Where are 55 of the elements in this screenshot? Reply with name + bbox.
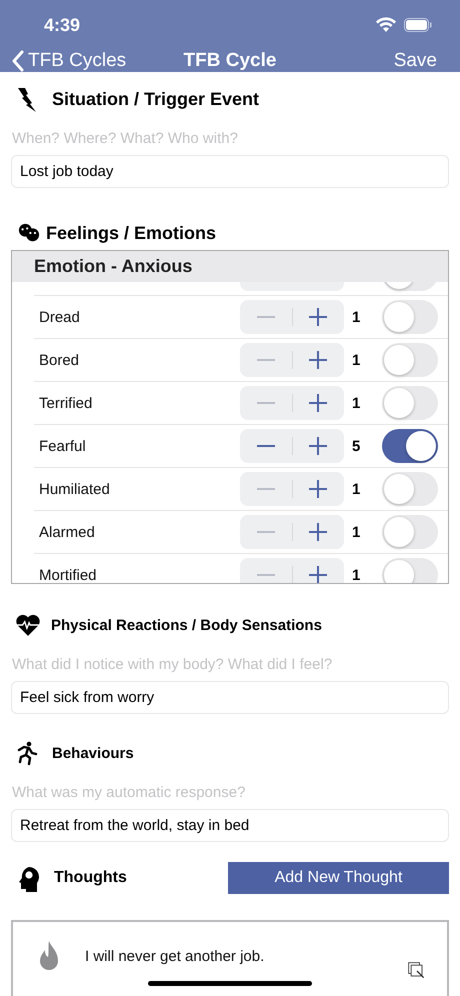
section-title: Physical Reactions / Body Sensations	[51, 616, 322, 634]
count: 1	[351, 394, 362, 412]
add-thought-button[interactable]: Add New Thought	[228, 862, 449, 894]
thought-text: I will never get another job.	[85, 948, 266, 965]
section-title: Behaviours	[52, 744, 134, 762]
toggle-switch[interactable]	[382, 515, 438, 549]
emotion-label: Fearful	[38, 438, 87, 454]
field-hint: What did I notice with my body? What did I feel?	[11, 655, 334, 675]
text-field[interactable]: Retreat from the world, stay in bed	[11, 809, 449, 842]
count: 5	[351, 438, 362, 454]
lightning-icon	[15, 86, 39, 112]
plus-icon[interactable]	[309, 437, 328, 455]
toggle-switch[interactable]	[382, 386, 438, 420]
count: 1	[351, 480, 362, 498]
battery-icon	[404, 18, 432, 32]
toggle-switch[interactable]	[382, 429, 438, 463]
count: 1	[351, 352, 362, 368]
flame-icon	[39, 940, 59, 972]
plus-icon[interactable]	[309, 480, 328, 498]
text-field[interactable]: Lost job today	[11, 155, 449, 188]
field-hint: When? Where? What? Who with?	[11, 129, 239, 149]
section-title: Thoughts	[54, 869, 127, 887]
toggle-switch[interactable]	[382, 300, 438, 334]
heartbeat-icon	[15, 612, 41, 638]
plus-icon[interactable]	[309, 523, 328, 541]
emotion-label: Mortified	[38, 566, 98, 583]
nav-title: TFB Cycle	[184, 50, 276, 72]
emotion-label: Humiliated	[38, 480, 111, 498]
toggle-switch[interactable]	[382, 558, 438, 583]
count: 1	[351, 524, 362, 540]
save-button[interactable]: Save	[394, 50, 437, 72]
plus-icon[interactable]	[309, 394, 328, 412]
section-title: Situation / Trigger Event	[52, 88, 260, 110]
head-question-icon	[17, 864, 41, 892]
status-time: 4:39	[44, 14, 80, 36]
emotion-label: Bored	[38, 352, 80, 368]
plus-icon[interactable]	[309, 351, 328, 369]
emotion-label: Dread	[38, 308, 81, 326]
toggle-switch[interactable]	[382, 343, 438, 377]
emotion-group-header: Emotion - Anxious	[12, 251, 448, 282]
count: 1	[351, 308, 362, 326]
text-field[interactable]: Feel sick from worry	[11, 681, 449, 714]
minus-icon[interactable]	[256, 445, 275, 447]
emotion-label: Alarmed	[38, 524, 96, 540]
wifi-icon	[376, 17, 396, 33]
plus-icon[interactable]	[309, 308, 328, 326]
back-button[interactable]: TFB Cycles	[12, 50, 126, 72]
count: 1	[351, 566, 362, 583]
field-hint: What was my automatic response?	[11, 783, 246, 803]
toggle-switch[interactable]	[382, 472, 438, 506]
plus-icon[interactable]	[309, 566, 328, 583]
chevron-left-icon	[12, 50, 24, 72]
emotion-label: Terrified	[38, 394, 94, 412]
section-title: Feelings / Emotions	[46, 223, 216, 244]
running-person-icon	[15, 740, 39, 766]
